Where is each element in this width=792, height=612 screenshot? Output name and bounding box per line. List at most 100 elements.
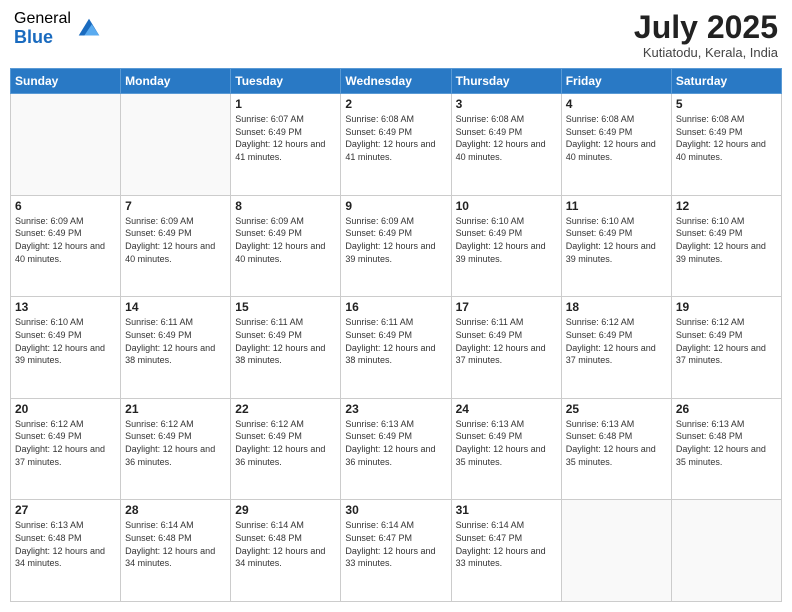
day-number: 4 — [566, 97, 667, 111]
day-number: 12 — [676, 199, 777, 213]
cell-text: Sunrise: 6:12 AM Sunset: 6:49 PM Dayligh… — [235, 418, 336, 468]
day-number: 30 — [345, 503, 446, 517]
cell-text: Sunrise: 6:07 AM Sunset: 6:49 PM Dayligh… — [235, 113, 336, 163]
table-row: 30 Sunrise: 6:14 AM Sunset: 6:47 PM Dayli… — [341, 500, 451, 602]
table-row: 23Sunrise: 6:13 AM Sunset: 6:49 PM Dayli… — [341, 398, 451, 500]
day-number: 16 — [345, 300, 446, 314]
day-number: 10 — [456, 199, 557, 213]
cell-text: Sunrise: 6:11 AM Sunset: 6:49 PM Dayligh… — [345, 316, 446, 366]
header: General Blue July 2025 Kutiatodu, Kerala… — [10, 10, 782, 60]
day-number: 1 — [235, 97, 336, 111]
table-row: 6Sunrise: 6:09 AM Sunset: 6:49 PM Daylig… — [11, 195, 121, 297]
day-number: 5 — [676, 97, 777, 111]
table-row: 17 Sunrise: 6:11 AM Sunset: 6:49 PM Dayli… — [451, 297, 561, 399]
cell-text: Sunrise: 6:14 AM Sunset: 6:48 PM Dayligh… — [235, 519, 336, 569]
cell-text: Sunrise: 6:08 AM Sunset: 6:49 PM Dayligh… — [456, 113, 557, 163]
day-number: 28 — [125, 503, 226, 517]
day-number: 20 — [15, 402, 116, 416]
table-row: 1 Sunrise: 6:07 AM Sunset: 6:49 PM Daylig… — [231, 94, 341, 196]
table-row: 22Sunrise: 6:12 AM Sunset: 6:49 PM Dayli… — [231, 398, 341, 500]
table-row: 2Sunrise: 6:08 AM Sunset: 6:49 PM Daylig… — [341, 94, 451, 196]
table-row — [121, 94, 231, 196]
table-row: 3 Sunrise: 6:08 AM Sunset: 6:49 PM Daylig… — [451, 94, 561, 196]
table-row: 21 Sunrise: 6:12 AM Sunset: 6:49 PM Dayli… — [121, 398, 231, 500]
col-wednesday: Wednesday — [341, 69, 451, 94]
logo-blue: Blue — [14, 28, 71, 48]
logo: General Blue — [14, 10, 103, 47]
table-row: 4Sunrise: 6:08 AM Sunset: 6:49 PM Daylig… — [561, 94, 671, 196]
cell-text: Sunrise: 6:11 AM Sunset: 6:49 PM Dayligh… — [125, 316, 226, 366]
cell-text: Sunrise: 6:08 AM Sunset: 6:49 PM Dayligh… — [676, 113, 777, 163]
table-row: 28 Sunrise: 6:14 AM Sunset: 6:48 PM Dayli… — [121, 500, 231, 602]
day-number: 19 — [676, 300, 777, 314]
table-row: 19 Sunrise: 6:12 AM Sunset: 6:49 PM Dayli… — [671, 297, 781, 399]
cell-text: Sunrise: 6:09 AM Sunset: 6:49 PM Dayligh… — [345, 215, 446, 265]
page: General Blue July 2025 Kutiatodu, Kerala… — [0, 0, 792, 612]
table-row: 5 Sunrise: 6:08 AM Sunset: 6:49 PM Daylig… — [671, 94, 781, 196]
cell-text: Sunrise: 6:12 AM Sunset: 6:49 PM Dayligh… — [15, 418, 116, 468]
day-number: 29 — [235, 503, 336, 517]
table-row: 24 Sunrise: 6:13 AM Sunset: 6:49 PM Dayli… — [451, 398, 561, 500]
cell-text: Sunrise: 6:10 AM Sunset: 6:49 PM Dayligh… — [566, 215, 667, 265]
day-number: 3 — [456, 97, 557, 111]
cell-text: Sunrise: 6:10 AM Sunset: 6:49 PM Dayligh… — [15, 316, 116, 366]
calendar-week-row: 27 Sunrise: 6:13 AM Sunset: 6:48 PM Dayli… — [11, 500, 782, 602]
logo-general: General — [14, 10, 71, 28]
month-title: July 2025 — [634, 10, 778, 45]
col-monday: Monday — [121, 69, 231, 94]
table-row: 8 Sunrise: 6:09 AM Sunset: 6:49 PM Daylig… — [231, 195, 341, 297]
cell-text: Sunrise: 6:09 AM Sunset: 6:49 PM Dayligh… — [235, 215, 336, 265]
col-tuesday: Tuesday — [231, 69, 341, 94]
cell-text: Sunrise: 6:11 AM Sunset: 6:49 PM Dayligh… — [235, 316, 336, 366]
day-number: 21 — [125, 402, 226, 416]
cell-text: Sunrise: 6:12 AM Sunset: 6:49 PM Dayligh… — [125, 418, 226, 468]
day-number: 31 — [456, 503, 557, 517]
calendar: Sunday Monday Tuesday Wednesday Thursday… — [10, 68, 782, 602]
day-number: 18 — [566, 300, 667, 314]
day-number: 27 — [15, 503, 116, 517]
table-row: 9Sunrise: 6:09 AM Sunset: 6:49 PM Daylig… — [341, 195, 451, 297]
cell-text: Sunrise: 6:10 AM Sunset: 6:49 PM Dayligh… — [676, 215, 777, 265]
location: Kutiatodu, Kerala, India — [634, 45, 778, 60]
cell-text: Sunrise: 6:14 AM Sunset: 6:47 PM Dayligh… — [456, 519, 557, 569]
table-row: 26 Sunrise: 6:13 AM Sunset: 6:48 PM Dayli… — [671, 398, 781, 500]
day-number: 8 — [235, 199, 336, 213]
table-row: 27 Sunrise: 6:13 AM Sunset: 6:48 PM Dayli… — [11, 500, 121, 602]
cell-text: Sunrise: 6:11 AM Sunset: 6:49 PM Dayligh… — [456, 316, 557, 366]
day-number: 11 — [566, 199, 667, 213]
cell-text: Sunrise: 6:13 AM Sunset: 6:48 PM Dayligh… — [15, 519, 116, 569]
cell-text: Sunrise: 6:09 AM Sunset: 6:49 PM Dayligh… — [15, 215, 116, 265]
day-number: 17 — [456, 300, 557, 314]
day-number: 14 — [125, 300, 226, 314]
cell-text: Sunrise: 6:14 AM Sunset: 6:47 PM Dayligh… — [345, 519, 446, 569]
cell-text: Sunrise: 6:13 AM Sunset: 6:49 PM Dayligh… — [456, 418, 557, 468]
col-saturday: Saturday — [671, 69, 781, 94]
cell-text: Sunrise: 6:13 AM Sunset: 6:48 PM Dayligh… — [676, 418, 777, 468]
table-row: 31 Sunrise: 6:14 AM Sunset: 6:47 PM Dayli… — [451, 500, 561, 602]
table-row — [11, 94, 121, 196]
calendar-week-row: 20 Sunrise: 6:12 AM Sunset: 6:49 PM Dayli… — [11, 398, 782, 500]
table-row: 10 Sunrise: 6:10 AM Sunset: 6:49 PM Dayli… — [451, 195, 561, 297]
cell-text: Sunrise: 6:14 AM Sunset: 6:48 PM Dayligh… — [125, 519, 226, 569]
calendar-header-row: Sunday Monday Tuesday Wednesday Thursday… — [11, 69, 782, 94]
day-number: 24 — [456, 402, 557, 416]
table-row: 11 Sunrise: 6:10 AM Sunset: 6:49 PM Dayli… — [561, 195, 671, 297]
cell-text: Sunrise: 6:10 AM Sunset: 6:49 PM Dayligh… — [456, 215, 557, 265]
table-row: 16 Sunrise: 6:11 AM Sunset: 6:49 PM Dayli… — [341, 297, 451, 399]
day-number: 26 — [676, 402, 777, 416]
table-row: 25Sunrise: 6:13 AM Sunset: 6:48 PM Dayli… — [561, 398, 671, 500]
table-row: 12 Sunrise: 6:10 AM Sunset: 6:49 PM Dayli… — [671, 195, 781, 297]
day-number: 7 — [125, 199, 226, 213]
table-row: 14 Sunrise: 6:11 AM Sunset: 6:49 PM Dayli… — [121, 297, 231, 399]
day-number: 25 — [566, 402, 667, 416]
cell-text: Sunrise: 6:08 AM Sunset: 6:49 PM Dayligh… — [345, 113, 446, 163]
table-row: 15Sunrise: 6:11 AM Sunset: 6:49 PM Dayli… — [231, 297, 341, 399]
table-row — [561, 500, 671, 602]
table-row: 29 Sunrise: 6:14 AM Sunset: 6:48 PM Dayli… — [231, 500, 341, 602]
table-row: 13Sunrise: 6:10 AM Sunset: 6:49 PM Dayli… — [11, 297, 121, 399]
calendar-week-row: 13Sunrise: 6:10 AM Sunset: 6:49 PM Dayli… — [11, 297, 782, 399]
day-number: 23 — [345, 402, 446, 416]
cell-text: Sunrise: 6:12 AM Sunset: 6:49 PM Dayligh… — [676, 316, 777, 366]
col-sunday: Sunday — [11, 69, 121, 94]
calendar-week-row: 1 Sunrise: 6:07 AM Sunset: 6:49 PM Daylig… — [11, 94, 782, 196]
